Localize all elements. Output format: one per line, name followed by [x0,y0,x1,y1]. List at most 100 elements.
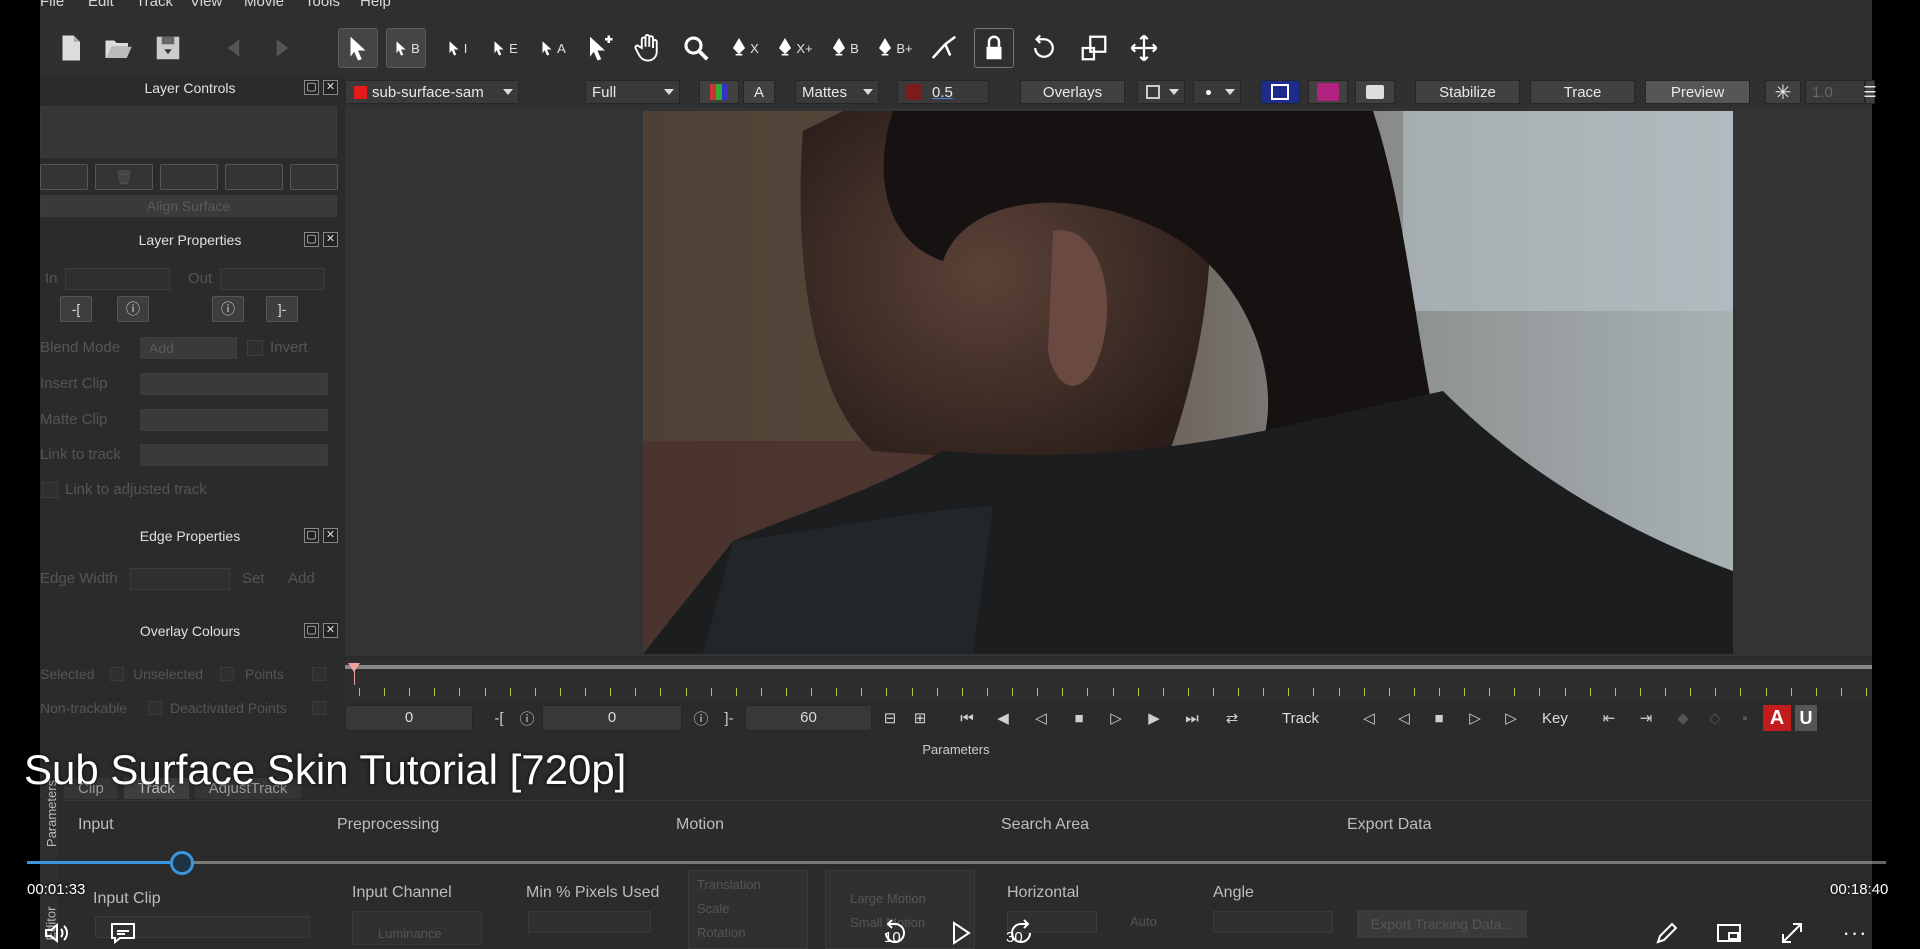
out-field[interactable] [220,268,325,290]
pencil-edit-icon[interactable] [1650,918,1684,948]
track-backward-icon[interactable]: ◁ [1355,705,1383,731]
undo-arrow-icon[interactable] [218,28,258,68]
rotation-checkbox[interactable]: Rotation [697,925,745,940]
stop-icon[interactable]: ■ [1065,705,1093,731]
surface-frame-icon[interactable] [1260,80,1300,104]
float-panel-icon[interactable]: ▢ [304,232,319,247]
align-surface-button[interactable]: Align Surface [40,195,337,217]
close-panel-icon[interactable]: ✕ [323,80,338,95]
in-field[interactable] [65,268,170,290]
add-point-icon[interactable] [580,28,620,68]
track-forward-icon[interactable]: ▷ [1497,705,1525,731]
preview-button[interactable]: Preview [1645,80,1750,104]
prev-key-icon[interactable]: ⇤ [1595,705,1623,731]
non-trackable-swatch[interactable] [148,701,162,715]
current-frame-field[interactable]: 0 [345,705,473,731]
save-icon[interactable] [148,28,188,68]
color-swatch-button[interactable] [1308,80,1348,104]
go-to-out-icon[interactable]: ⓘ [212,296,244,322]
mattes-dropdown[interactable]: Mattes [795,80,879,104]
select-a-icon[interactable]: A [532,28,572,68]
layer-list[interactable] [40,106,337,158]
layer-stack-dropdown[interactable] [1137,80,1185,104]
mini-view-icon[interactable] [1712,918,1746,948]
select-tool-icon[interactable] [338,28,378,68]
set-out-point-icon[interactable]: ]- [715,705,743,731]
full-range-icon[interactable]: ⊞ [906,705,934,731]
go-in-point-icon[interactable]: ⓘ [513,705,541,731]
layer-op-5[interactable] [290,164,338,190]
export-tracking-button[interactable]: Export Tracking Data... [1357,910,1527,938]
alpha-channel-button[interactable]: A [743,80,775,104]
pen-b-plus-icon[interactable]: B+ [874,28,914,68]
unlink-icon[interactable]: U [1795,705,1817,731]
layer-select-dropdown[interactable]: sub-surface-sam [345,80,519,104]
seek-bar[interactable] [27,851,1886,875]
loop-icon[interactable]: ⇄ [1218,705,1246,731]
select-e-icon[interactable]: E [484,28,524,68]
hand-pan-icon[interactable] [628,28,668,68]
layer-op-1[interactable] [40,164,88,190]
volume-icon[interactable] [40,918,74,948]
layer-op-3[interactable] [160,164,218,190]
layer-op-4[interactable] [225,164,283,190]
zoom-value-field[interactable]: 1.0 [1805,80,1865,104]
menu-edit[interactable]: Edit [88,0,114,10]
rgb-channel-icon[interactable] [699,80,739,104]
menu-file[interactable]: File [40,0,64,10]
float-panel-icon[interactable]: ▢ [304,528,319,543]
add-key-icon[interactable]: ◆ [1669,705,1697,731]
play-backward-icon[interactable]: ◁ [1027,705,1055,731]
more-options-icon[interactable]: ··· [1838,918,1872,948]
track-stop-icon[interactable]: ■ [1425,705,1453,731]
opacity-field[interactable]: 0.5 [897,80,989,104]
autokey-icon[interactable]: A [1763,705,1791,731]
zoom-range-icon[interactable]: ⊟ [876,705,904,731]
pen-x-icon[interactable]: X [724,28,764,68]
trace-button[interactable]: Trace [1530,80,1635,104]
pen-x-plus-icon[interactable]: X+ [774,28,814,68]
close-panel-icon[interactable]: ✕ [323,528,338,543]
float-panel-icon[interactable]: ▢ [304,623,319,638]
scale-checkbox[interactable]: Scale [697,901,730,916]
pen-b-icon[interactable]: B [824,28,864,68]
menu-help[interactable]: Help [360,0,391,10]
angle-field[interactable] [1213,911,1333,933]
delete-key-icon[interactable]: ◇ [1701,705,1729,731]
in-frame-field[interactable]: 0 [542,705,682,731]
invert-checkbox[interactable] [247,340,263,356]
unselected-colour-swatch[interactable] [220,667,234,681]
select-bezier-icon[interactable]: B [386,28,426,68]
luminance-radio[interactable]: Luminance [378,926,442,941]
min-pixels-field[interactable] [528,911,651,933]
point-size-dropdown[interactable] [1193,80,1241,104]
points-colour-swatch[interactable] [312,667,326,681]
trash-icon[interactable]: 🗑 [95,164,153,190]
out-frame-field[interactable]: 60 [745,705,872,731]
track-step-forward-icon[interactable]: ▷ [1461,705,1489,731]
video-frame[interactable] [643,111,1733,654]
select-i-icon[interactable]: I [436,28,476,68]
overlays-button[interactable]: Overlays [1020,80,1125,104]
set-in-icon[interactable]: -[ [60,296,92,322]
track-step-back-icon[interactable]: ◁ [1390,705,1418,731]
go-to-in-icon[interactable]: ⓘ [117,296,149,322]
delete-all-keys-icon[interactable]: ▪ [1731,705,1759,731]
selected-colour-swatch[interactable] [110,667,124,681]
insert-clip-dropdown[interactable] [140,373,328,395]
menu-movie[interactable]: Movie [244,0,284,10]
edge-add-button[interactable]: Add [288,570,315,587]
edge-set-button[interactable]: Set [242,570,265,587]
translation-checkbox[interactable]: Translation [697,877,761,892]
open-folder-icon[interactable] [98,28,138,68]
set-in-point-icon[interactable]: -[ [485,705,513,731]
subtitles-icon[interactable] [106,918,140,948]
close-panel-icon[interactable]: ✕ [323,232,338,247]
next-key-icon[interactable]: ⇥ [1632,705,1660,731]
zoom-magnifier-icon[interactable] [676,28,716,68]
step-forward-icon[interactable]: ▶ [1140,705,1168,731]
skip-to-end-icon[interactable]: ⏭ [1178,705,1206,731]
new-file-icon[interactable] [50,28,90,68]
float-panel-icon[interactable]: ▢ [304,80,319,95]
rotate-transform-icon[interactable] [1024,28,1064,68]
